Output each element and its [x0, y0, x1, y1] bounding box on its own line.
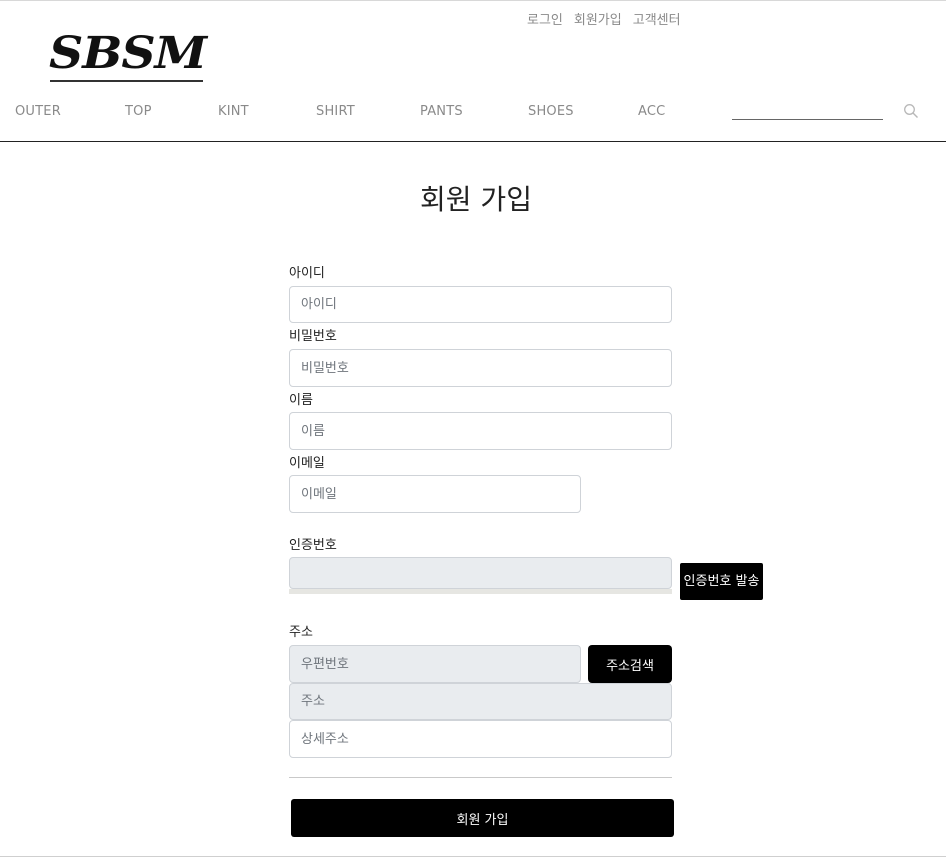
address-label: 주소	[289, 625, 313, 640]
nav-item-kint[interactable]: KINT	[218, 104, 249, 119]
logo-underline	[50, 80, 203, 82]
nav-item-acc[interactable]: ACC	[638, 104, 665, 119]
cert-input[interactable]	[289, 557, 672, 589]
address-detail-input[interactable]	[289, 720, 672, 758]
signup-submit-button[interactable]: 회원 가입	[291, 799, 674, 837]
top-border	[0, 0, 946, 1]
id-label: 아이디	[289, 266, 325, 281]
password-label: 비밀번호	[289, 329, 337, 344]
nav-item-outer[interactable]: OUTER	[15, 104, 61, 119]
utility-links: 로그인 회원가입 고객센터	[527, 9, 681, 28]
nav-item-top[interactable]: TOP	[125, 104, 152, 119]
cert-label: 인증번호	[289, 538, 337, 553]
header-divider	[0, 141, 946, 142]
password-input[interactable]	[289, 349, 672, 387]
id-input[interactable]	[289, 286, 672, 323]
address-input[interactable]	[289, 683, 672, 720]
cert-input-underlay	[289, 589, 672, 594]
name-label: 이름	[289, 393, 313, 408]
signup-link[interactable]: 회원가입	[574, 9, 622, 28]
form-divider	[289, 777, 672, 778]
nav-item-shoes[interactable]: SHOES	[528, 104, 574, 119]
search-icon[interactable]	[903, 103, 919, 119]
zipcode-input[interactable]	[289, 645, 581, 683]
email-label: 이메일	[289, 456, 325, 471]
customer-center-link[interactable]: 고객센터	[633, 9, 681, 28]
logo[interactable]: SBSM	[49, 28, 207, 84]
footer-divider	[0, 856, 946, 857]
page-title: 회원 가입	[420, 183, 532, 216]
address-search-button[interactable]: 주소검색	[588, 645, 672, 683]
nav-item-shirt[interactable]: SHIRT	[316, 104, 355, 119]
logo-text: SBSM	[49, 28, 207, 79]
nav-item-pants[interactable]: PANTS	[420, 104, 463, 119]
email-input[interactable]	[289, 475, 581, 513]
search-input[interactable]	[732, 119, 883, 120]
send-cert-button[interactable]: 인증번호 발송	[680, 563, 763, 600]
login-link[interactable]: 로그인	[527, 9, 563, 28]
name-input[interactable]	[289, 412, 672, 450]
